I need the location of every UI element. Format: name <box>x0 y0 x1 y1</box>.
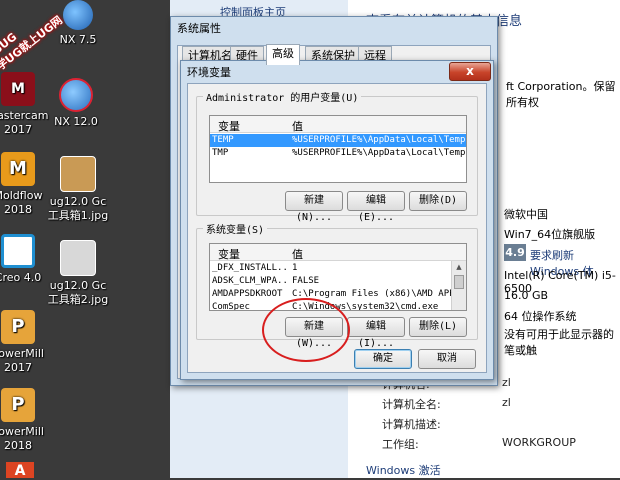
dialog-titlebar: 环境变量 x <box>181 61 493 81</box>
autodesk-app-icon[interactable]: A <box>6 462 34 479</box>
computer-name-value: zl <box>502 376 511 389</box>
desktop-icon-powermill2018[interactable]: P PowerMill 2018 <box>0 388 50 453</box>
description-label: 计算机描述: <box>382 418 441 431</box>
mastercam-app-icon: M <box>1 72 35 106</box>
var-name: _DFX_INSTALL... <box>212 263 288 273</box>
desktop-icon-jpg2[interactable]: ug12.0 Gc工具箱2.jpg <box>46 240 110 307</box>
system-edit-button[interactable]: 编辑(I)... <box>347 317 405 349</box>
tab-advanced[interactable]: 高级 <box>266 44 300 65</box>
user-variables-label: Administrator 的用户变量(U) <box>203 89 362 104</box>
desktop-icon-mastercam[interactable]: M Mastercam 2017 <box>0 72 50 137</box>
user-edit-button[interactable]: 编辑(E)... <box>347 191 405 223</box>
desktop-icon-creo[interactable]: Creo 4.0 <box>0 234 50 285</box>
desktop-icon-label: NX 7.5 <box>59 33 97 46</box>
desktop-icon-label: PowerMill 2017 <box>0 347 44 374</box>
var-name: TMP <box>212 148 229 158</box>
user-variables-list[interactable]: 变量 值 TEMP %USERPROFILE%\AppData\Local\Te… <box>209 115 467 183</box>
system-delete-button[interactable]: 删除(L) <box>409 317 467 337</box>
desktop-icon-label: Creo 4.0 <box>0 271 42 284</box>
user-new-button[interactable]: 新建(N)... <box>285 191 343 223</box>
column-header-variable[interactable]: 变量 <box>218 118 240 134</box>
user-variables-group: Administrator 的用户变量(U) 变量 值 TEMP %USERPR… <box>196 89 478 223</box>
dialog-title: 系统属性 <box>177 22 221 35</box>
list-item[interactable]: _DFX_INSTALL... 1 <box>210 262 451 275</box>
var-value: %USERPROFILE%\AppData\Local\Temp <box>292 135 466 145</box>
highlight-circle <box>262 298 350 362</box>
list-header: 变量 值 <box>210 244 466 261</box>
var-value: %USERPROFILE%\AppData\Local\Temp <box>292 148 466 158</box>
column-header-value[interactable]: 值 <box>292 246 303 262</box>
ok-button[interactable]: 确定 <box>354 349 412 369</box>
workgroup-label: 工作组: <box>382 438 419 451</box>
nx-app-icon <box>59 78 93 112</box>
copyright-text: ft Corporation。保留所有权 <box>506 80 616 109</box>
desktop-icon-moldflow[interactable]: M Moldflow 2018 <box>0 152 50 217</box>
desktop-icon-label: ug12.0 Gc工具箱2.jpg <box>47 279 109 306</box>
list-item[interactable]: TEMP %USERPROFILE%\AppData\Local\Temp <box>210 134 466 147</box>
desktop-icon-label: ug12.0 Gc工具箱1.jpg <box>47 195 109 222</box>
pen-value: 没有可用于此显示器的笔或触 <box>504 328 614 357</box>
system-type-value: 64 位操作系统 <box>504 310 577 323</box>
list-item[interactable]: AMDAPPSDKROOT C:\Program Files (x86)\AMD… <box>210 288 460 301</box>
list-header: 变量 值 <box>210 116 466 133</box>
edition-value: 微软中国 <box>504 208 548 221</box>
var-name: AMDAPPSDKROOT <box>212 289 283 299</box>
creo-app-icon <box>1 234 35 268</box>
var-name: ADSK_CLM_WPA... <box>212 276 288 286</box>
desktop-icon-jpg1[interactable]: ug12.0 Gc工具箱1.jpg <box>46 156 110 223</box>
desktop-icon-label: Mastercam 2017 <box>0 109 49 136</box>
var-name: TEMP <box>212 135 234 145</box>
system-variables-list[interactable]: 变量 值 _DFX_INSTALL... 1 ADSK_CLM_WPA... F… <box>209 243 467 311</box>
var-value: 1 <box>292 263 298 273</box>
column-header-value[interactable]: 值 <box>292 118 303 134</box>
cancel-button[interactable]: 取消 <box>418 349 476 369</box>
scroll-thumb[interactable] <box>454 275 464 289</box>
ram-value: 16.0 GB <box>504 289 549 302</box>
powermill-app-icon: P <box>1 388 35 422</box>
image-file-icon <box>60 240 96 276</box>
desktop-icon-label: NX 12.0 <box>54 115 98 128</box>
moldflow-app-icon: M <box>1 152 35 186</box>
full-name-label: 计算机全名: <box>382 398 441 411</box>
desktop-icon-nx12[interactable]: NX 12.0 <box>44 78 108 129</box>
full-name-value: zl <box>502 396 511 409</box>
dialog-title: 环境变量 <box>187 66 231 79</box>
scroll-up-arrow-icon[interactable]: ▲ <box>452 261 466 273</box>
list-item[interactable]: ADSK_CLM_WPA... FALSE <box>210 275 451 288</box>
workgroup-value: WORKGROUP <box>502 436 576 449</box>
close-button[interactable]: x <box>449 62 491 81</box>
powermill-app-icon: P <box>1 310 35 344</box>
desktop-icon-label: Moldflow 2018 <box>0 189 43 216</box>
system-variables-label: 系统变量(S) <box>203 221 268 236</box>
desktop-icon-label: PowerMill 2018 <box>0 425 44 452</box>
vertical-scrollbar[interactable]: ▲ <box>451 261 466 310</box>
column-header-variable[interactable]: 变量 <box>218 246 240 262</box>
activation-heading: Windows 激活 <box>366 464 441 477</box>
os-value: Win7_64位旗舰版 <box>504 228 596 241</box>
desktop-icon-powermill2017[interactable]: P PowerMill 2017 <box>0 310 50 375</box>
list-item[interactable]: TMP %USERPROFILE%\AppData\Local\Temp <box>210 147 466 160</box>
score-badge: 4.9 <box>504 244 526 261</box>
close-icon: x <box>466 64 474 78</box>
var-value: FALSE <box>292 276 320 286</box>
image-file-icon <box>60 156 96 192</box>
user-delete-button[interactable]: 删除(D) <box>409 191 467 211</box>
